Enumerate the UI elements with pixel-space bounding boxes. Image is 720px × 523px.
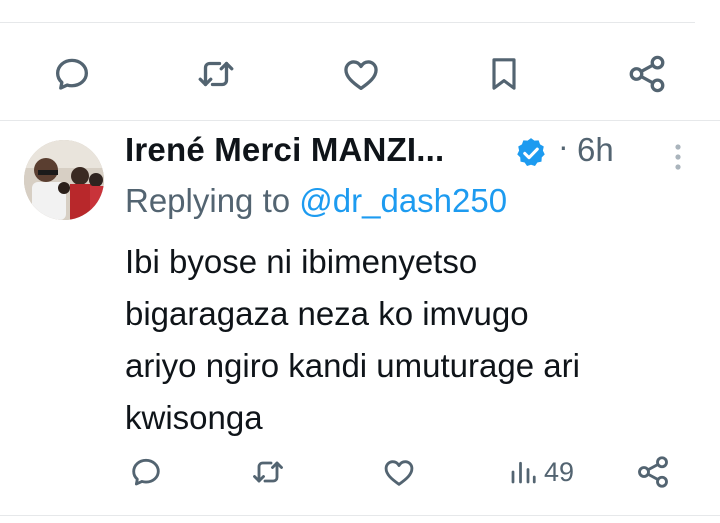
- bottom-divider: [0, 515, 720, 516]
- tweet-text-line: bigaragaza neza ko imvugo: [125, 295, 529, 332]
- tweet-text-line: ariyo ngiro kandi umuturage ari: [125, 347, 580, 384]
- tweet-text-line: kwisonga: [125, 399, 263, 436]
- tweet-time[interactable]: 6h: [577, 131, 614, 169]
- bookmark-button[interactable]: [482, 52, 526, 96]
- bookmark-icon: [492, 58, 516, 90]
- top-action-bar: [0, 38, 720, 106]
- tweet-text: Ibi byose ni ibimenyetso bigaragaza neza…: [125, 236, 695, 444]
- reply-button[interactable]: [127, 453, 165, 491]
- share-icon: [629, 55, 665, 93]
- retweet-button[interactable]: [248, 453, 288, 491]
- views-chart-icon: [511, 461, 536, 484]
- share-icon: [638, 456, 668, 488]
- heart-icon: [344, 60, 378, 91]
- avatar-photo: [24, 140, 104, 220]
- top-divider: [0, 22, 695, 23]
- verified-badge-icon: [517, 138, 545, 167]
- views-count: 49: [544, 456, 575, 487]
- author-name[interactable]: Irené Merci MANZI...: [125, 131, 444, 169]
- retweet-icon: [253, 461, 283, 483]
- tweet-divider: [0, 120, 720, 121]
- reply-icon: [55, 58, 89, 90]
- retweet-button[interactable]: [193, 52, 239, 96]
- replying-handle-link[interactable]: @dr_dash250: [299, 182, 507, 219]
- more-options-icon[interactable]: [668, 140, 688, 174]
- heart-icon: [384, 460, 414, 486]
- like-button[interactable]: [338, 52, 384, 96]
- replying-prefix: Replying to: [125, 182, 300, 219]
- retweet-icon: [198, 61, 234, 87]
- share-button[interactable]: [624, 52, 670, 96]
- reply-icon: [132, 458, 160, 486]
- separator-dot: ·: [558, 128, 569, 164]
- tweet-text-line: Ibi byose ni ibimenyetso: [125, 243, 478, 280]
- views-button[interactable]: 49: [508, 453, 588, 491]
- reply-button[interactable]: [50, 52, 94, 96]
- like-button[interactable]: [380, 453, 418, 491]
- avatar[interactable]: [24, 140, 104, 220]
- share-button[interactable]: [634, 453, 672, 491]
- replying-to: Replying to @dr_dash250: [125, 182, 507, 220]
